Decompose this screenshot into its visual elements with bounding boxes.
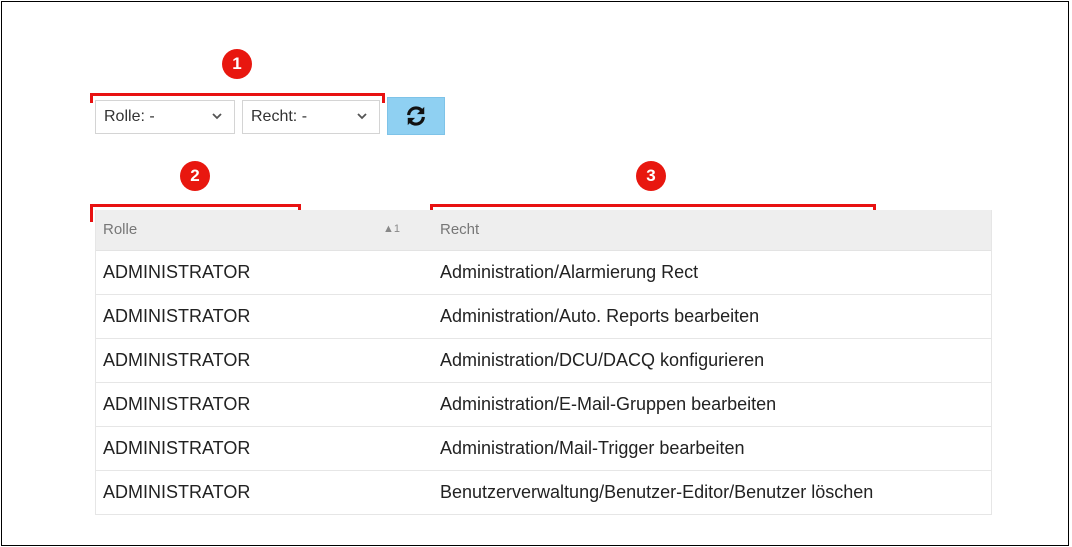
role-cell: ADMINISTRATOR (103, 262, 251, 282)
right-cell: Administration/Mail-Trigger bearbeiten (440, 438, 745, 458)
table-row[interactable]: ADMINISTRATOR Administration/Mail-Trigge… (95, 427, 992, 471)
chevron-down-icon (212, 113, 222, 120)
callout-1: 1 (222, 49, 252, 79)
right-cell: Administration/Auto. Reports bearbeiten (440, 306, 760, 326)
table-row[interactable]: ADMINISTRATOR Administration/Alarmierung… (95, 251, 992, 295)
role-filter-select[interactable]: Rolle: - (95, 100, 235, 134)
callout-2: 2 (180, 161, 210, 191)
role-cell: ADMINISTRATOR (103, 394, 251, 414)
table-row[interactable]: ADMINISTRATOR Benutzerverwaltung/Benutze… (95, 471, 992, 515)
table-row[interactable]: ADMINISTRATOR Administration/Auto. Repor… (95, 295, 992, 339)
table-header: Rolle ▲1 Recht (95, 210, 992, 251)
right-cell: Administration/E-Mail-Gruppen bearbeiten (440, 394, 777, 414)
right-cell: Administration/DCU/DACQ konfigurieren (440, 350, 765, 370)
callout-3: 3 (636, 161, 666, 191)
role-cell: ADMINISTRATOR (103, 306, 251, 326)
role-filter-value: Rolle: - (104, 108, 155, 125)
role-cell: ADMINISTRATOR (103, 350, 251, 370)
role-cell: ADMINISTRATOR (103, 482, 251, 502)
chevron-down-icon (357, 113, 367, 120)
refresh-button[interactable] (387, 97, 445, 135)
role-cell: ADMINISTRATOR (103, 438, 251, 458)
right-filter-value: Recht: - (251, 108, 308, 125)
table-row[interactable]: ADMINISTRATOR Administration/E-Mail-Grup… (95, 383, 992, 427)
table-row[interactable]: ADMINISTRATOR Administration/DCU/DACQ ko… (95, 339, 992, 383)
sort-ascending-indicator[interactable]: ▲1 (383, 223, 400, 235)
role-rights-table: Rolle ▲1 Recht ADMINISTRATOR Administrat… (95, 210, 992, 515)
right-filter-select[interactable]: Recht: - (242, 100, 380, 134)
right-cell: Administration/Alarmierung Rect (440, 262, 699, 282)
refresh-icon (407, 106, 425, 126)
column-header-role[interactable]: Rolle (103, 210, 137, 250)
column-header-right[interactable]: Recht (440, 210, 479, 250)
right-cell: Benutzerverwaltung/Benutzer-Editor/Benut… (440, 482, 874, 502)
